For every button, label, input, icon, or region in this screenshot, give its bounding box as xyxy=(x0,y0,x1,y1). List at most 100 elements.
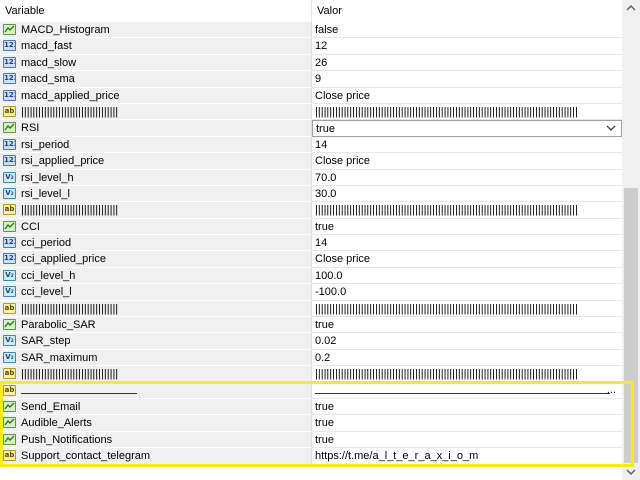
parameter-name-cell[interactable]: 123 cci_period xyxy=(0,235,311,252)
parameter-name-cell[interactable]: 123 macd_applied_price xyxy=(0,87,311,104)
parameter-value-cell[interactable]: 30.0 xyxy=(312,185,622,203)
parameter-name-cell[interactable]: V₂ cci_level_l xyxy=(0,284,311,301)
parameter-name-cell[interactable]: 123 macd_fast xyxy=(0,38,311,55)
parameter-value-cell[interactable]: ||||||||||||||||||||||||||||||||||||||||… xyxy=(312,300,622,318)
parameter-row[interactable]: 123 cci_period 14 xyxy=(0,235,622,252)
integer-123-icon: 123 xyxy=(3,138,16,150)
parameter-value-cell[interactable]: Close price xyxy=(312,87,622,104)
parameter-value-cell[interactable]: ||||||||||||||||||||||||||||||||||||||||… xyxy=(312,366,622,383)
parameter-row[interactable]: 123 macd_applied_price Close price xyxy=(0,87,622,104)
parameter-row[interactable]: RSI true xyxy=(0,120,622,137)
parameter-row[interactable]: CCI true xyxy=(0,218,622,236)
parameter-row[interactable]: V₂ SAR_step 0.02 xyxy=(0,333,622,350)
parameter-row[interactable]: 123 macd_fast 12 xyxy=(0,38,622,55)
parameter-value-cell[interactable]: true xyxy=(312,317,622,334)
parameter-name-cell[interactable]: Parabolic_SAR xyxy=(0,317,311,334)
parameter-row[interactable]: ab Support_contact_telegram https://t.me/a… xyxy=(0,448,622,465)
parameter-row[interactable]: V₂ SAR_maximum 0.2 xyxy=(0,349,622,367)
column-divider[interactable] xyxy=(311,0,312,22)
parameter-row[interactable]: 123 rsi_applied_price Close price xyxy=(0,153,622,170)
parameter-value-cell[interactable]: 0.2 xyxy=(312,349,622,367)
parameter-value-cell[interactable]: 26 xyxy=(312,54,622,72)
parameter-name-cell[interactable]: 123 rsi_applied_price xyxy=(0,153,311,170)
parameter-name-cell[interactable]: ab |||||||||||||||||||||||||||||||||| xyxy=(0,202,311,219)
parameter-name-cell[interactable]: MACD_Histogram xyxy=(0,22,311,39)
parameter-row[interactable]: ab |||||||||||||||||||||||||||||||||| ||||… xyxy=(0,366,622,383)
parameter-name-cell[interactable]: V₂ rsi_level_h xyxy=(0,169,311,186)
parameter-row[interactable]: V₂ cci_level_h 100.0 xyxy=(0,267,622,285)
parameter-name-cell[interactable]: ab |||||||||||||||||||||||||||||||||| xyxy=(0,300,311,318)
parameter-name-cell[interactable]: V₂ SAR_maximum xyxy=(0,349,311,367)
parameter-value-cell[interactable]: https://t.me/a_l_t_e_r_a_x_i_o_m xyxy=(312,448,622,465)
parameter-value-cell[interactable]: Close price xyxy=(312,153,622,170)
parameter-row[interactable]: ab |||||||||||||||||||||||||||||||||| ||||… xyxy=(0,202,622,219)
parameter-value-cell[interactable]: true xyxy=(312,398,622,416)
parameter-value-cell[interactable]: true xyxy=(312,431,622,449)
parameter-row[interactable]: Send_Email true xyxy=(0,398,622,416)
string-ab-icon: ab xyxy=(3,105,16,117)
parameter-value-cell[interactable]: 14 xyxy=(312,136,622,154)
parameter-name-cell[interactable]: ab xyxy=(0,382,311,399)
parameter-value-cell[interactable]: 0.02 xyxy=(312,333,622,350)
parameter-name-cell[interactable]: 123 macd_sma xyxy=(0,71,311,88)
parameter-name-cell[interactable]: RSI xyxy=(0,120,311,137)
parameter-value-cell[interactable]: 9 xyxy=(312,71,622,88)
parameter-row[interactable]: Push_Notifications true xyxy=(0,431,622,449)
parameter-row[interactable]: 123 macd_sma 9 xyxy=(0,71,622,88)
parameter-value-cell[interactable]: false xyxy=(312,22,622,39)
parameter-row[interactable]: ab |||||||||||||||||||||||||||||||||| ||||… xyxy=(0,103,622,121)
parameter-row[interactable]: MACD_Histogram false xyxy=(0,22,622,39)
parameter-row[interactable]: V₂ cci_level_l -100.0 xyxy=(0,284,622,301)
parameter-value: ||||||||||||||||||||||||||||||||||||||||… xyxy=(315,105,578,118)
parameter-row[interactable]: V₂ rsi_level_l 30.0 xyxy=(0,185,622,203)
parameter-name-cell[interactable]: 123 rsi_period xyxy=(0,136,311,154)
parameter-name-cell[interactable]: ab |||||||||||||||||||||||||||||||||| xyxy=(0,366,311,383)
parameter-value-cell[interactable]: 100.0 xyxy=(312,267,622,285)
parameter-row[interactable]: 123 macd_slow 26 xyxy=(0,54,622,72)
parameter-name-cell[interactable]: ab |||||||||||||||||||||||||||||||||| xyxy=(0,103,311,121)
icon-glyph: V₂ xyxy=(5,172,14,181)
double-value-icon: V₂ xyxy=(3,187,16,199)
parameter-value-cell[interactable]: true xyxy=(312,218,622,236)
parameter-name-cell[interactable]: V₂ SAR_step xyxy=(0,333,311,350)
vertical-scrollbar[interactable] xyxy=(622,0,640,480)
parameter-value-cell[interactable]: ||||||||||||||||||||||||||||||||||||||||… xyxy=(312,103,622,121)
parameter-row[interactable]: 123 rsi_period 14 xyxy=(0,136,622,154)
parameter-row[interactable]: ab... xyxy=(0,382,622,399)
parameter-value-cell[interactable]: 14 xyxy=(312,235,622,252)
column-header-value[interactable]: Valor xyxy=(317,5,342,17)
parameter-row[interactable]: V₂ rsi_level_h 70.0 xyxy=(0,169,622,186)
parameter-row[interactable]: Parabolic_SAR true xyxy=(0,317,622,334)
parameter-value-cell[interactable]: Close price xyxy=(312,251,622,268)
scrollbar-thumb[interactable] xyxy=(624,188,638,463)
parameter-name-cell[interactable]: V₂ rsi_level_l xyxy=(0,185,311,203)
parameter-row[interactable]: 123 cci_applied_price Close price xyxy=(0,251,622,268)
icon-glyph: V₂ xyxy=(5,336,14,345)
parameter-row[interactable]: Audible_Alerts true xyxy=(0,415,622,432)
parameter-value-dropdown[interactable]: true xyxy=(312,120,622,137)
parameter-row[interactable]: ab |||||||||||||||||||||||||||||||||| ||||… xyxy=(0,300,622,318)
parameter-name-cell[interactable]: Audible_Alerts xyxy=(0,415,311,432)
parameter-value-cell[interactable]: ||||||||||||||||||||||||||||||||||||||||… xyxy=(312,202,622,219)
parameter-name: |||||||||||||||||||||||||||||||||| xyxy=(21,105,119,118)
parameter-value: true xyxy=(315,417,334,430)
parameter-name-cell[interactable]: Send_Email xyxy=(0,398,311,416)
parameter-name-cell[interactable]: ab Support_contact_telegram xyxy=(0,448,311,465)
chevron-down-icon[interactable] xyxy=(605,122,617,134)
parameter-value-cell[interactable]: true xyxy=(312,415,622,432)
scroll-down-arrow-icon[interactable] xyxy=(622,463,640,480)
icon-glyph: 123 xyxy=(4,139,15,148)
parameter-name-cell[interactable]: 123 cci_applied_price xyxy=(0,251,311,268)
column-header-variable[interactable]: Variable xyxy=(5,5,45,17)
ellipsis-button[interactable]: ... xyxy=(607,384,616,396)
parameter-name-cell[interactable]: CCI xyxy=(0,218,311,236)
parameter-name-cell[interactable]: V₂ cci_level_h xyxy=(0,267,311,285)
parameter-value-cell[interactable]: 70.0 xyxy=(312,169,622,186)
scroll-up-arrow-icon[interactable] xyxy=(622,0,640,17)
parameter-name-cell[interactable]: Push_Notifications xyxy=(0,431,311,449)
parameter-value-cell[interactable]: ... xyxy=(312,382,622,399)
parameter-name-cell[interactable]: 123 macd_slow xyxy=(0,54,311,72)
parameter-value-cell[interactable]: -100.0 xyxy=(312,284,622,301)
parameter-name: macd_slow xyxy=(21,56,77,69)
parameter-value-cell[interactable]: 12 xyxy=(312,38,622,55)
